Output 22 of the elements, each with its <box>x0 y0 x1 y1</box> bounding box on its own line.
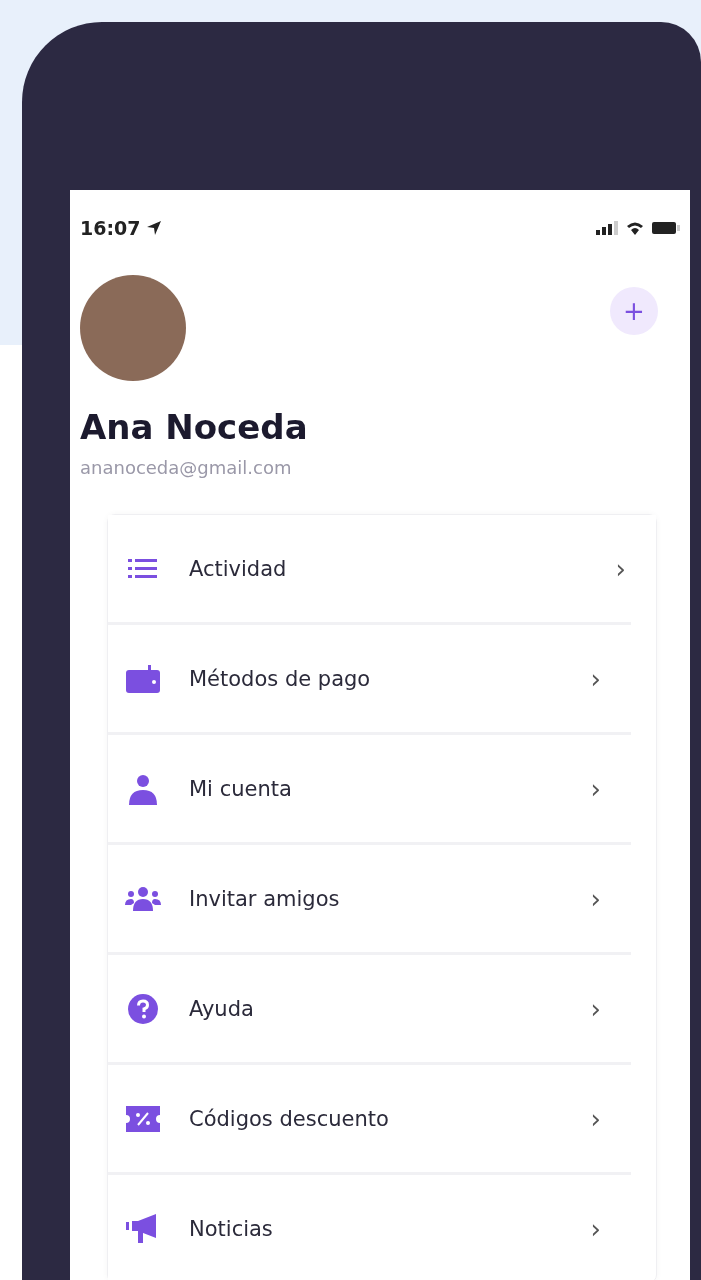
chevron-icon: › <box>590 883 601 914</box>
help-icon <box>128 993 158 1024</box>
battery-icon <box>652 220 680 235</box>
chevron-icon: › <box>590 1103 601 1134</box>
list-icon <box>128 556 158 581</box>
signal-icon <box>596 220 618 235</box>
chevron-icon: › <box>590 773 601 804</box>
discount-ticket-icon <box>126 1105 160 1132</box>
chevron-icon: › <box>590 1213 601 1244</box>
status-time: 16:07 <box>80 216 141 239</box>
profile-email: ananoceda@gmail.com <box>80 457 293 478</box>
person-icon <box>127 772 159 805</box>
chevron-icon: › <box>590 993 601 1024</box>
group-icon <box>125 884 161 913</box>
wallet-icon <box>126 664 160 693</box>
chevron-icon: › <box>615 553 626 584</box>
profile-name: Ana Noceda <box>80 407 309 447</box>
wifi-icon <box>626 220 644 235</box>
add-button[interactable]: + <box>610 287 658 335</box>
chevron-icon: › <box>590 663 601 694</box>
location-arrow-icon <box>146 219 163 236</box>
menu-item[interactable]: Actividad › <box>108 515 656 622</box>
